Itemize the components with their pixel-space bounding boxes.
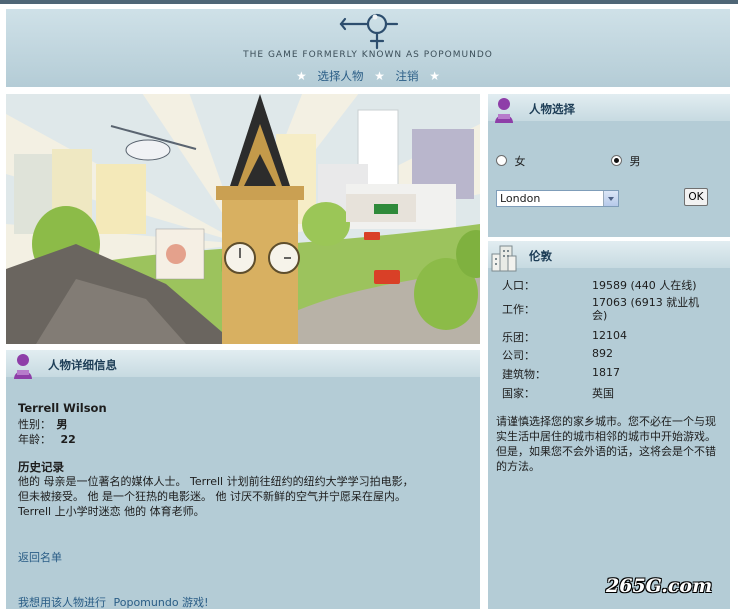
top-border [0, 0, 738, 4]
male-label: 男 [629, 155, 641, 168]
watermark: 265G.com [606, 575, 713, 597]
stat-label: 工作： [502, 303, 535, 316]
play-suffix: ! [204, 596, 209, 609]
stat-label: 乐团： [502, 331, 535, 344]
gender-row: 性别： 男 [18, 416, 68, 432]
character-name: Terrell Wilson [18, 401, 107, 415]
table-row: 公司： 892 [502, 347, 712, 366]
play-row: 我想用该人物进行 Popomundo 游戏! [18, 594, 208, 610]
table-row: 工作： 17063 (6913 就业机会) [502, 295, 712, 328]
stat-label: 人口： [502, 279, 535, 292]
character-selection-title: 人物选择 [529, 102, 575, 116]
star-icon: ★ [296, 69, 307, 83]
stat-value: 892 [592, 347, 613, 360]
history-line: Terrell 上小学时迷恋 他的 体育老师。 [18, 505, 205, 518]
age-row: 年龄： 22 [18, 431, 76, 447]
gender-label: 性别： [18, 418, 51, 431]
star-icon: ★ [374, 69, 385, 83]
stat-label: 公司： [502, 349, 535, 362]
person-icon [495, 98, 513, 123]
gender-female-option[interactable]: 女 [496, 153, 526, 169]
stat-label: 国家： [502, 387, 535, 400]
city-stats-table: 人口： 19589 (440 人在线) 工作： 17063 (6913 就业机会… [502, 276, 712, 404]
site-tagline: THE GAME FORMERLY KNOWN AS POPOMUNDO [243, 50, 493, 60]
city-name-title: 伦敦 [529, 249, 552, 263]
stat-value: 12104 [592, 329, 627, 342]
gender-value: 男 [56, 418, 68, 431]
character-detail-title: 人物详细信息 [48, 358, 117, 372]
back-to-list-link[interactable]: 返回名单 [18, 549, 62, 565]
city-buildings-icon [491, 245, 517, 272]
site-header: THE GAME FORMERLY KNOWN AS POPOMUNDO ★ 选… [6, 9, 730, 87]
nav-select-character[interactable]: 选择人物 [317, 69, 363, 83]
ok-button[interactable]: OK [684, 188, 708, 206]
character-selection-header: 人物选择 [488, 94, 730, 123]
female-radio[interactable] [496, 155, 507, 166]
stat-label: 建筑物： [502, 368, 546, 381]
age-value: 22 [60, 433, 76, 446]
top-nav: ★ 选择人物 ★ 注销 ★ [6, 68, 730, 84]
chevron-down-icon[interactable] [603, 191, 618, 206]
male-radio[interactable] [611, 155, 622, 166]
city-info-panel: 伦敦 人口： 19589 (440 人在线) 工作： 17063 (6913 就… [488, 241, 730, 609]
character-selection-panel: 人物选择 女 男 London OK [488, 94, 730, 237]
history-line: 但未被接受。 他 是一个狂热的电影迷。 他 讨厌不新鲜的空气并宁愿呆在屋内。 [18, 490, 406, 503]
city-info-header: 伦敦 [488, 241, 730, 272]
gender-male-option[interactable]: 男 [611, 153, 641, 169]
table-row: 乐团： 12104 [502, 328, 712, 347]
stat-value: 19589 (440 人在线) [592, 279, 697, 292]
history-text: 他的 母亲是一位著名的媒体人士。 Terrell 计划前往纽约的纽约大学学习拍电… [18, 474, 476, 519]
character-detail-panel: 人物详细信息 Terrell Wilson 性别： 男 年龄： 22 历史记录 … [6, 350, 480, 609]
nav-logout[interactable]: 注销 [396, 69, 419, 83]
london-illustration [6, 94, 480, 344]
female-label: 女 [514, 155, 526, 168]
play-prefix: 我想用该人物进行 [18, 596, 106, 609]
star-icon: ★ [429, 69, 440, 83]
history-title: 历史记录 [18, 460, 64, 474]
character-detail-header: 人物详细信息 [6, 350, 480, 379]
stat-value: 17063 (6913 就业机会) [592, 296, 700, 322]
stat-value: 1817 [592, 366, 620, 379]
city-select[interactable]: London [496, 190, 619, 207]
popomundo-logo-icon [339, 13, 399, 50]
city-select-value: London [500, 192, 541, 205]
table-row: 建筑物： 1817 [502, 366, 712, 385]
person-icon [14, 354, 32, 379]
history-line: 他的 母亲是一位著名的媒体人士。 Terrell 计划前往纽约的纽约大学学习拍电… [18, 475, 414, 488]
city-note: 请谨慎选择您的家乡城市。您不必在一个与现实生活中居住的城市相邻的城市中开始游戏。… [496, 415, 716, 473]
age-label: 年龄： [18, 433, 51, 446]
stat-value: 英国 [592, 387, 614, 400]
play-game-link[interactable]: Popomundo 游戏 [114, 596, 205, 609]
table-row: 国家： 英国 [502, 385, 712, 404]
table-row: 人口： 19589 (440 人在线) [502, 276, 712, 295]
